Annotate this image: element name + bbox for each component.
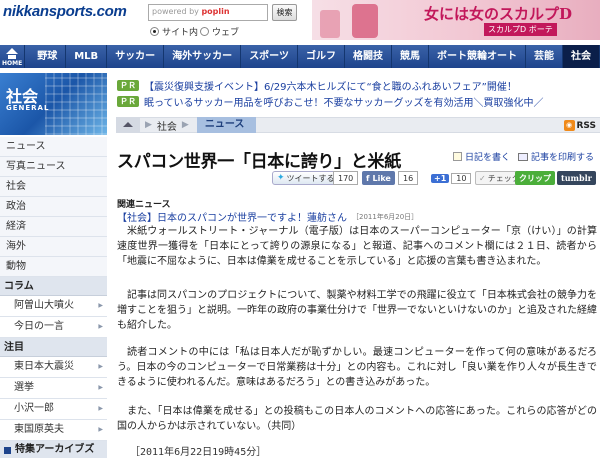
breadcrumb: ▶ 社会 ▶ ニュース ◉ RSS (116, 117, 600, 133)
sidebar-item-society[interactable]: 社会 (0, 177, 107, 197)
facebook-like-count: 16 (398, 171, 419, 185)
rss-button[interactable]: ◉ RSS (563, 119, 597, 132)
clip-button[interactable]: クリップ (515, 171, 555, 185)
nav-soccer[interactable]: サッカー (107, 45, 165, 68)
article-paragraph: 読者コメントの中には「私は日本人だが恥ずかしい。最速コンピューターを作って何の意… (117, 347, 597, 388)
sidebar-focus-election[interactable]: 選挙 (0, 378, 107, 399)
sidebar-special-archives[interactable]: 特集アーカイブズ (0, 441, 107, 458)
twitter-bird-icon: ✦ (277, 173, 285, 183)
facebook-like-button[interactable]: f Like (362, 171, 395, 185)
breadcrumb-separator-icon: ▶ (181, 120, 189, 130)
section-sub: GENERAL (6, 104, 50, 112)
search-placeholder: powered by (152, 7, 199, 16)
sidebar-item-overseas[interactable]: 海外 (0, 237, 107, 257)
square-bullet-icon (4, 446, 11, 454)
pr-text[interactable]: 【震災復興支援イベント】6/29六本木ヒルズにて“食と職のふれあいフェア”開催！ (144, 78, 517, 93)
sidebar-item-politics[interactable]: 政治 (0, 197, 107, 217)
nav-fighting[interactable]: 格闘技 (345, 45, 392, 68)
sidebar-item-economy[interactable]: 経済 (0, 217, 107, 237)
article-paragraph: 米紙ウォールストリート・ジャーナル（電子版）は日本のスーパーコンピューター「京（… (117, 226, 597, 267)
article-headline: スパコン世界一「日本に誇り」と米紙 (117, 152, 401, 172)
article-dateline: ［2011年6月22日19時45分］ (130, 447, 267, 458)
sidebar-focus-higashikokubaru[interactable]: 東国原英夫 (0, 420, 107, 441)
nav-sports[interactable]: スポーツ (241, 45, 298, 68)
article-paragraph: また、「日本は偉業を成せる」との投稿もこの日本人のコメントへの応答にあった。これ… (117, 406, 597, 432)
radio-site[interactable]: サイト内 (150, 25, 198, 38)
sidebar-focus-head: 注目 (0, 338, 107, 357)
google-plus-icon: +1 (431, 173, 450, 183)
pr-link[interactable]: ＰＲ 眠っているサッカー用品を呼びおこせ！不要なサッカーグッズを有効活用＼買取強… (117, 94, 544, 109)
search-button[interactable]: 検索 (272, 4, 297, 21)
pr-badge: ＰＲ (117, 96, 139, 107)
nav-entertainment[interactable]: 芸能 (526, 45, 563, 68)
home-icon (6, 48, 19, 54)
sidebar-focus-earthquake[interactable]: 東日本大震災 (0, 357, 107, 378)
sidebar-column-head: コラム (0, 277, 107, 296)
nav-society[interactable]: 社会 (563, 45, 600, 68)
nav-boat-keirin-auto[interactable]: ボート競輪オート (429, 45, 526, 68)
product-bottle-icon (320, 10, 340, 38)
sidebar-column-today[interactable]: 今日の一言 (0, 317, 107, 338)
breadcrumb-current: ニュース (196, 117, 257, 133)
radio-selected-icon[interactable] (150, 27, 159, 36)
write-diary-label: 日記を書く (465, 153, 511, 163)
sidebar-item-news[interactable]: ニュース (0, 137, 107, 157)
main-nav: HOME 野球 MLB サッカー 海外サッカー スポーツ ゴルフ 格闘技 競馬 … (0, 45, 600, 68)
radio-site-label: サイト内 (162, 28, 199, 38)
building-graphic (45, 73, 107, 135)
sidebar-special-label: 特集アーカイブズ (15, 444, 95, 455)
nav-home[interactable]: HOME (0, 45, 26, 68)
diary-icon (453, 152, 462, 161)
sidebar-item-photo-news[interactable]: 写真ニュース (0, 157, 107, 177)
site-logo[interactable]: nikkansports.com (3, 3, 127, 20)
sidebar-item-animals[interactable]: 動物 (0, 257, 107, 277)
article-paragraph: 記事は同スパコンのプロジェクトについて、製薬や材料工学での飛躍に役立て「日本株式… (117, 290, 597, 331)
nav-world-soccer[interactable]: 海外サッカー (164, 45, 242, 68)
facebook-like-label: Like (372, 173, 391, 183)
search-brand-logo: poplin (201, 7, 230, 16)
pr-text[interactable]: 眠っているサッカー用品を呼びおこせ！不要なサッカーグッズを有効活用＼買取強化中／ (144, 94, 544, 109)
print-article-link[interactable]: 記事を印刷する (518, 150, 594, 163)
nav-mlb[interactable]: MLB (66, 45, 108, 68)
rss-label: RSS (576, 120, 597, 131)
nav-baseball[interactable]: 野球 (25, 45, 67, 68)
check-icon: ✓ (479, 173, 486, 183)
rss-icon: ◉ (563, 120, 575, 131)
sidebar-focus-ozawa[interactable]: 小沢一郎 (0, 399, 107, 420)
search-input[interactable]: powered by poplin (148, 4, 268, 21)
nav-golf[interactable]: ゴルフ (298, 45, 345, 68)
tumblr-button[interactable]: tumblr (557, 171, 596, 185)
sidebar: ニュース 写真ニュース 社会 政治 経済 海外 動物 コラム 阿曽山大噴火 今日… (0, 137, 107, 458)
ad-subtitle: スカルプD ボーテ (484, 23, 557, 36)
nav-keiba[interactable]: 競馬 (392, 45, 429, 68)
home-icon (123, 121, 133, 127)
pr-link[interactable]: ＰＲ 【震災復興支援イベント】6/29六本木ヒルズにて“食と職のふれあいフェア”… (117, 78, 517, 93)
tweet-button[interactable]: ✦ ツイートする (272, 171, 340, 185)
breadcrumb-separator-icon: ▶ (145, 120, 152, 130)
write-diary-link[interactable]: 日記を書く (453, 150, 510, 163)
print-article-label: 記事を印刷する (531, 153, 595, 163)
tweet-count: 170 (333, 171, 359, 185)
section-banner: 社会 GENERAL (0, 73, 107, 135)
breadcrumb-home[interactable] (116, 117, 140, 133)
print-icon (518, 152, 528, 161)
radio-unselected-icon[interactable] (200, 27, 209, 36)
related-news-link[interactable]: 【社会】日本のスパコンが世界一ですよ！蓮舫さん (117, 209, 347, 224)
ad-title: 女には女のスカルプD (424, 5, 573, 23)
facebook-icon: f (366, 173, 370, 183)
header: nikkansports.com powered by poplin 検索 サイ… (0, 0, 600, 45)
sidebar-column-asoyama[interactable]: 阿曽山大噴火 (0, 296, 107, 317)
related-news-date: ［2011年6月20日］ (352, 213, 419, 221)
tweet-label: ツイートする (286, 173, 335, 183)
breadcrumb-section[interactable]: 社会 (157, 118, 177, 133)
pr-badge: ＰＲ (117, 80, 139, 91)
google-plus-button[interactable]: +1 10 (431, 171, 472, 185)
ad-banner[interactable]: 女には女のスカルプD スカルプD ボーテ (312, 0, 600, 40)
nav-home-label: HOME (2, 60, 23, 67)
google-plus-count: 10 (451, 172, 472, 184)
home-icon-body (8, 55, 17, 59)
product-bottle-icon (352, 4, 378, 38)
radio-web-label: ウェブ (212, 28, 240, 38)
radio-web[interactable]: ウェブ (200, 25, 239, 38)
